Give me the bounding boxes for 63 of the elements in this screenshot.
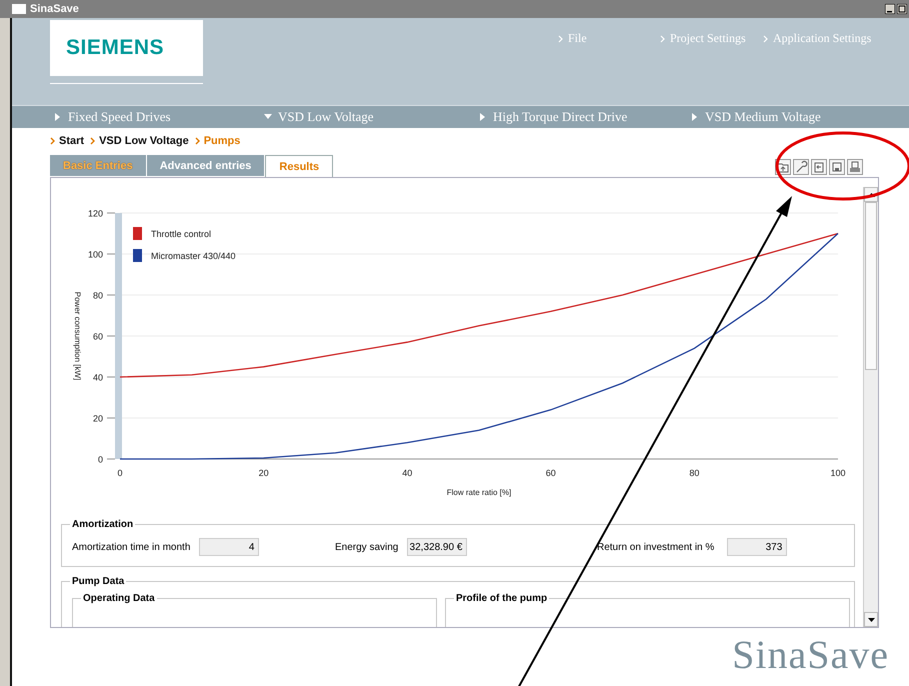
y-tick-label: 60	[92, 332, 103, 342]
window-icon	[12, 4, 26, 14]
chevron-icon	[763, 34, 768, 42]
menu-link[interactable]: Project Settings	[660, 31, 763, 46]
group-title: Amortization	[71, 519, 134, 530]
x-tick-label: 40	[402, 468, 412, 478]
print-button[interactable]	[847, 159, 863, 175]
x-tick-label: 80	[689, 468, 700, 478]
nav-item[interactable]: VSD Medium Voltage	[691, 109, 891, 125]
field-label: Energy saving	[335, 542, 398, 552]
x-tick-label: 0	[118, 468, 122, 478]
output-field: 373	[727, 538, 788, 556]
field-label: Amortization time in month	[72, 542, 190, 552]
y-axis-label: Power consumption [kW]	[73, 292, 82, 380]
nav-item[interactable]: Fixed Speed Drives	[54, 109, 264, 125]
output-field: 32,328.90 €	[407, 538, 468, 556]
scrollbar[interactable]	[863, 187, 878, 627]
y-tick-label: 20	[92, 414, 103, 424]
tab[interactable]: Advanced entries	[146, 155, 264, 176]
tab[interactable]: Basic Entries	[50, 155, 146, 176]
y-tick-label: 40	[92, 372, 103, 382]
window-title: SinaSave	[30, 3, 80, 15]
breadcrumb-link[interactable]: Pumps	[194, 135, 240, 147]
breadcrumb-link[interactable]: Start	[50, 135, 84, 147]
legend-label: Micromaster 430/440	[151, 251, 236, 261]
group-title: Pump Data	[71, 576, 126, 587]
nav-item[interactable]: High Torque Direct Drive	[479, 109, 691, 125]
breadcrumb-link[interactable]: VSD Low Voltage	[90, 135, 189, 147]
minimize-icon	[885, 4, 895, 14]
chevron-icon	[558, 34, 563, 42]
print-icon	[848, 160, 862, 174]
y-tick-label: 80	[92, 290, 103, 300]
legend-label: Throttle control	[151, 229, 212, 239]
x-tick-label: 100	[830, 468, 846, 478]
logo: SIEMENS	[66, 36, 164, 60]
chevron-icon	[194, 137, 200, 145]
scroll-thumb[interactable]	[865, 202, 877, 370]
field-label: Return on investment in %	[597, 542, 714, 552]
menu-link[interactable]: File	[558, 31, 660, 46]
arrow-down-icon	[868, 618, 874, 622]
y-tick-label: 120	[88, 208, 103, 218]
group-title: Profile of the pump	[455, 593, 548, 604]
x-tick-label: 60	[546, 468, 556, 478]
import-icon	[812, 160, 826, 174]
nav-item[interactable]: VSD Low Voltage	[264, 109, 479, 125]
maximize-icon	[897, 4, 907, 14]
x-axis-label: Flow rate ratio [%]	[446, 488, 512, 497]
output-field: 4	[199, 538, 260, 556]
scroll-down-button[interactable]	[864, 612, 878, 627]
chevron-icon	[660, 34, 665, 42]
menu-link[interactable]: Application Settings	[763, 31, 872, 46]
chevron-icon	[90, 137, 96, 145]
y-tick-label: 100	[88, 250, 103, 260]
save-button[interactable]	[829, 159, 845, 175]
tab[interactable]: Results	[265, 155, 334, 177]
save-icon	[830, 160, 844, 174]
x-tick-label: 20	[258, 468, 269, 478]
chevron-icon	[50, 137, 55, 145]
import-button[interactable]	[811, 159, 827, 175]
brand-wordmark: SinaSave	[732, 631, 889, 678]
group-title: Operating Data	[82, 593, 156, 604]
arrow-up-icon	[868, 192, 874, 196]
y-tick-label: 0	[98, 454, 103, 464]
